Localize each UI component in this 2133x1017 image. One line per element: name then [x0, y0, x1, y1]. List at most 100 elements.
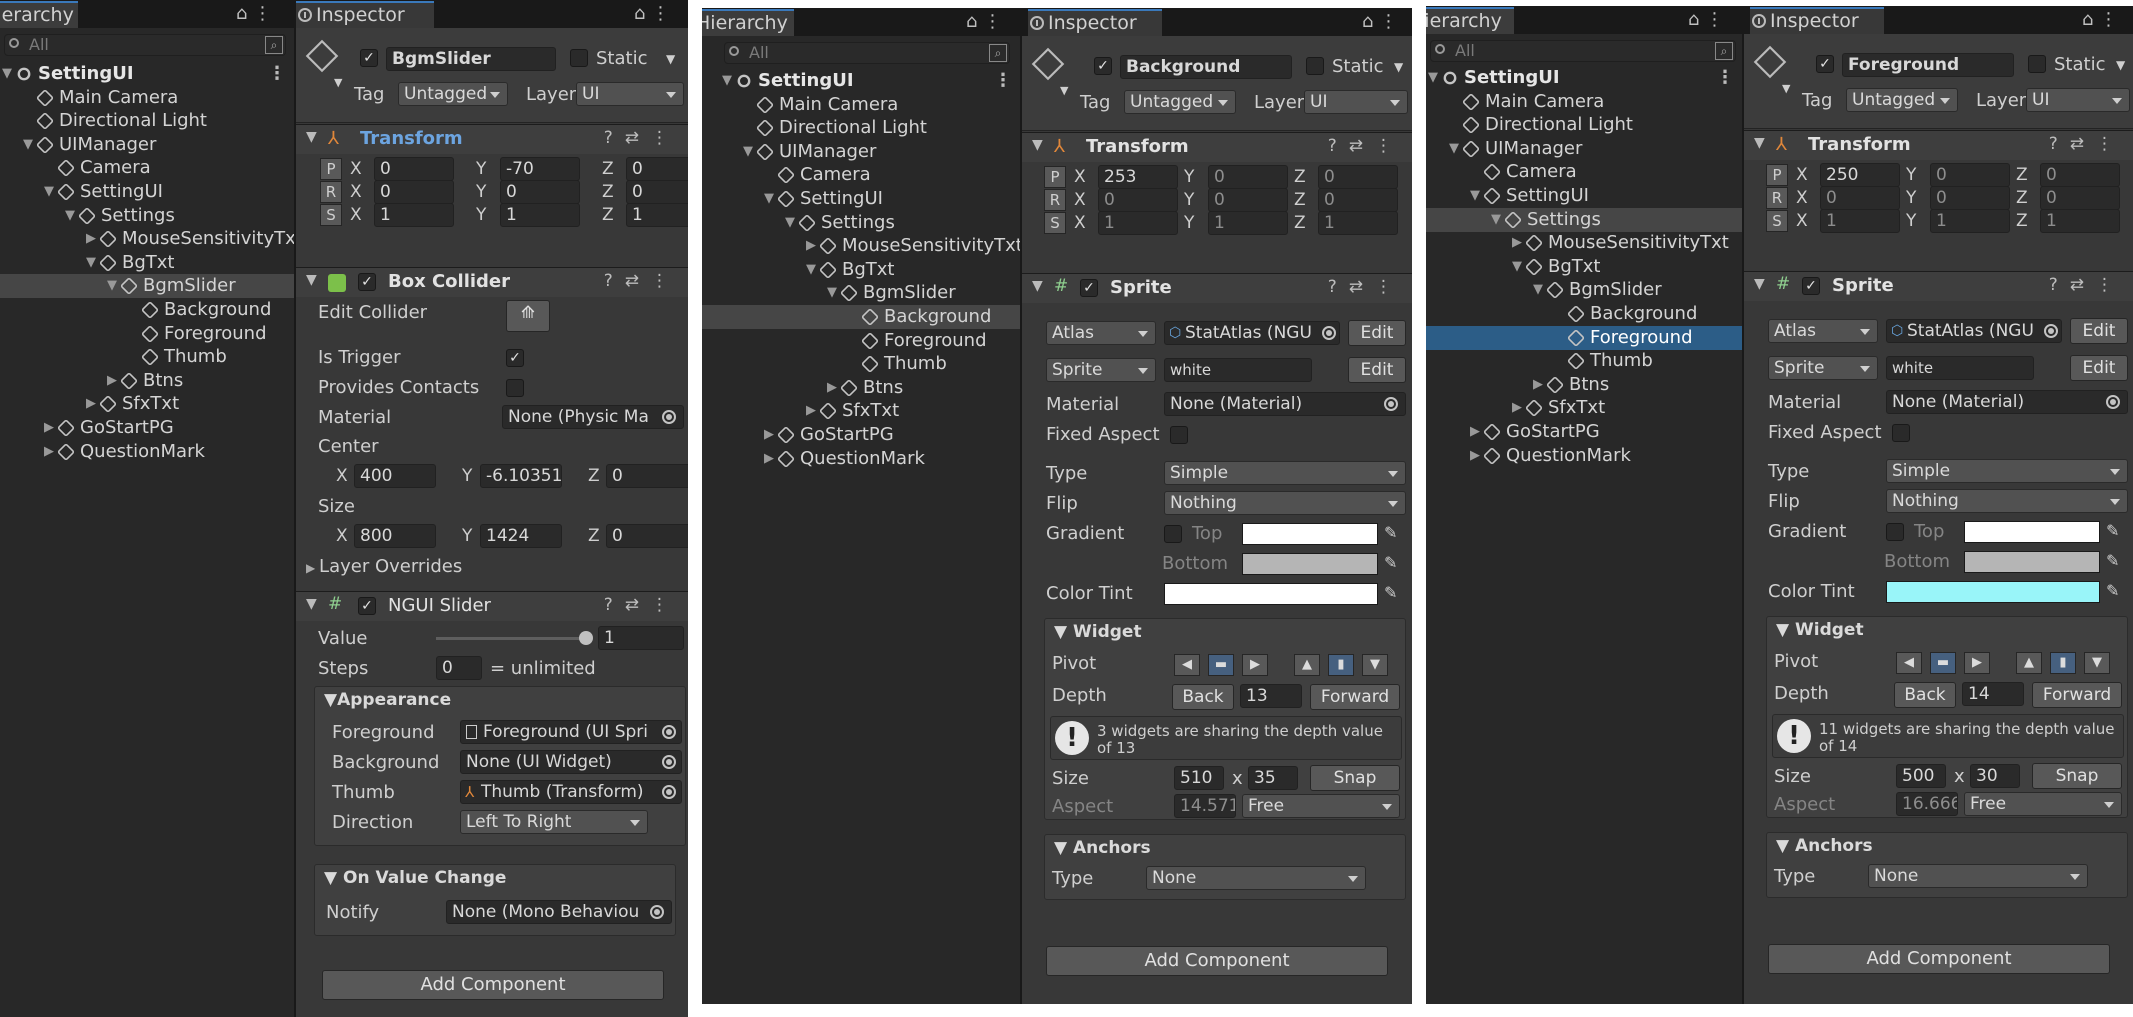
object-icon-dropdown[interactable]: ▼	[1782, 78, 1790, 100]
inspector-tab-controls[interactable]: ⌂⋮	[1362, 11, 1403, 32]
transform-rot-z-field[interactable]: 0	[626, 180, 688, 204]
object-picker-icon[interactable]	[650, 905, 664, 919]
anchors-foldout[interactable]: ▼ Anchors	[1776, 836, 1873, 856]
anchor-type-dropdown[interactable]: None	[1146, 866, 1366, 890]
pivot-bottom-button[interactable]: ▼	[2084, 652, 2110, 674]
more-icon[interactable]: ⋮	[651, 3, 675, 24]
gradient-bottom-swatch[interactable]	[1242, 553, 1378, 575]
object-picker-icon[interactable]	[2044, 324, 2058, 338]
material-field[interactable]: None (Material)	[1164, 392, 1406, 416]
transform-pos-x-field[interactable]: 253	[1098, 165, 1178, 189]
hierarchy-item[interactable]: Thumb	[0, 345, 294, 369]
gradient-checkbox[interactable]	[1886, 523, 1904, 541]
aspect-field[interactable]: 16.6666	[1896, 792, 1958, 816]
pivot-top-button[interactable]: ▲	[2016, 652, 2042, 674]
add-component-button[interactable]: Add Component	[1046, 946, 1388, 976]
transform-rot-button[interactable]: R	[320, 181, 342, 203]
anchors-foldout[interactable]: ▼ Anchors	[1054, 838, 1151, 858]
hierarchy-item[interactable]: Camera	[0, 156, 294, 180]
expand-arrow-icon[interactable]: ▶	[806, 234, 816, 258]
vector-y-field[interactable]: 1424	[480, 524, 562, 548]
help-icon[interactable]: ?	[2049, 134, 2070, 154]
hierarchy-item[interactable]: ▼ SettingUI ⋮	[702, 69, 1020, 93]
expand-arrow-icon[interactable]: ▼	[44, 180, 54, 204]
lock-icon[interactable]: ⌂	[1362, 11, 1379, 32]
hierarchy-item[interactable]: Background	[1426, 302, 1742, 326]
component-tools[interactable]: ?⇄⋮	[604, 128, 680, 148]
tag-dropdown[interactable]: Untagged	[1124, 90, 1236, 114]
aspect-mode-dropdown[interactable]: Free	[1242, 794, 1400, 818]
expand-arrow-icon[interactable]: ▼	[806, 258, 816, 282]
expand-arrow-icon[interactable]: ▶	[86, 227, 96, 251]
ngui-slider-enabled[interactable]: ✓	[358, 597, 376, 615]
hierarchy-item[interactable]: ▶ MouseSensitivityTxt	[702, 234, 1020, 258]
hierarchy-item[interactable]: ▶ GoStartPG	[702, 423, 1020, 447]
active-toggle[interactable]: ✓	[1816, 55, 1834, 73]
type-dropdown[interactable]: Simple	[1886, 459, 2128, 483]
expand-arrow-icon[interactable]: ▶	[1512, 231, 1522, 255]
sprite-field[interactable]: white	[1886, 356, 2034, 380]
material-field[interactable]: None (Material)	[1886, 390, 2128, 414]
depth-forward-button[interactable]: Forward	[2032, 682, 2122, 708]
hierarchy-item[interactable]: Thumb	[1426, 349, 1742, 373]
transform-pos-x-field[interactable]: 250	[1820, 163, 1900, 187]
hierarchy-item[interactable]: ▼ Settings	[1426, 207, 1742, 232]
widget-foldout[interactable]: ▼ Widget	[1054, 622, 1142, 642]
transform-scale-button[interactable]: S	[1044, 212, 1066, 234]
expand-arrow-icon[interactable]: ▼	[827, 281, 837, 305]
expand-arrow-icon[interactable]: ▼	[1491, 208, 1501, 232]
vector-x-field[interactable]: 800	[354, 524, 436, 548]
preset-icon[interactable]: ⇄	[625, 128, 651, 148]
expand-arrow-icon[interactable]: ▼	[785, 211, 795, 235]
expand-arrow-icon[interactable]: ▶	[764, 447, 774, 471]
pivot-right-button[interactable]: ▶	[1964, 652, 1990, 674]
expand-arrow-icon[interactable]: ▶	[86, 392, 96, 416]
hierarchy-item[interactable]: ▶ MouseSensitivityTxt	[0, 227, 294, 251]
eyedropper-icon[interactable]: ✎	[2106, 521, 2122, 541]
hierarchy-item[interactable]: ▶ QuestionMark	[0, 440, 294, 464]
hierarchy-item[interactable]: Foreground	[1426, 325, 1742, 350]
pivot-left-button[interactable]: ◀	[1174, 654, 1200, 676]
eyedropper-icon[interactable]: ✎	[2106, 551, 2122, 571]
hierarchy-item[interactable]: ▼ UIManager	[0, 133, 294, 157]
size-height-field[interactable]: 35	[1248, 766, 1298, 790]
expand-arrow-icon[interactable]: ▼	[1533, 278, 1543, 302]
hierarchy-item[interactable]: ▶ Btns	[0, 369, 294, 393]
more-icon[interactable]: ⋮	[651, 595, 680, 615]
lock-icon[interactable]: ⌂	[966, 11, 983, 32]
box-collider-header[interactable]: ▼ ✓ Box Collider ?⇄⋮	[296, 267, 688, 297]
gradient-bottom-swatch[interactable]	[1964, 551, 2100, 573]
sprite-edit-button[interactable]: Edit	[1348, 357, 1406, 383]
hierarchy-item[interactable]: ▶ QuestionMark	[702, 447, 1020, 471]
hierarchy-item[interactable]: ▶ SfxTxt	[702, 399, 1020, 423]
expand-arrow-icon[interactable]: ▶	[1470, 420, 1480, 444]
pin-icon[interactable]: ⌕	[989, 44, 1007, 62]
hierarchy-item[interactable]: Main Camera	[1426, 90, 1742, 114]
transform-pos-z-field[interactable]: 0	[626, 157, 688, 181]
static-dropdown-icon[interactable]: ▼	[666, 48, 675, 70]
hierarchy-item[interactable]: ▼ BgTxt	[702, 258, 1020, 282]
add-component-button[interactable]: Add Component	[322, 970, 664, 1000]
fold-icon[interactable]: ▼	[1032, 278, 1043, 294]
hierarchy-item[interactable]: Foreground	[702, 329, 1020, 353]
more-icon[interactable]: ⋮	[2096, 134, 2125, 154]
depth-field[interactable]: 14	[1962, 682, 2024, 706]
hierarchy-item[interactable]: ▶ Btns	[1426, 373, 1742, 397]
transform-scale-y-field[interactable]: 1	[1930, 209, 2010, 233]
hierarchy-item[interactable]: ▼ BgTxt	[0, 251, 294, 275]
help-icon[interactable]: ?	[2049, 275, 2070, 295]
layer-dropdown[interactable]: UI	[576, 82, 684, 106]
hierarchy-item[interactable]: ▼ BgmSlider	[0, 274, 294, 299]
transform-scale-x-field[interactable]: 1	[1820, 209, 1900, 233]
hierarchy-item[interactable]: ▼ SettingUI	[702, 187, 1020, 211]
expand-arrow-icon[interactable]: ▼	[65, 204, 75, 228]
background-field[interactable]: None (UI Widget)	[460, 750, 682, 774]
hierarchy-item[interactable]: ▼ BgmSlider	[1426, 278, 1742, 302]
pivot-center-button[interactable]: ▬	[1208, 654, 1234, 676]
object-icon-dropdown[interactable]: ▼	[1060, 80, 1068, 102]
gradient-top-swatch[interactable]	[1964, 521, 2100, 543]
hierarchy-item[interactable]: ▶ QuestionMark	[1426, 444, 1742, 468]
fixed-aspect-checkbox[interactable]	[1892, 424, 1910, 442]
hierarchy-item[interactable]: ▶ MouseSensitivityTxt	[1426, 231, 1742, 255]
transform-rot-y-field[interactable]: 0	[1208, 188, 1288, 212]
